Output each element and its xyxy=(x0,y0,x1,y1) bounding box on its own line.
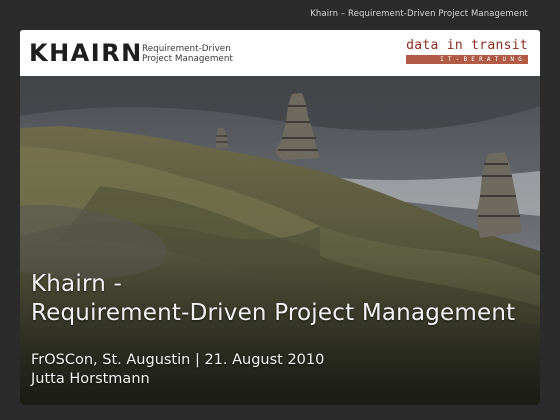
khairn-logo: KHAIRN xyxy=(29,39,143,67)
slide-title: Khairn - Requirement-Driven Project Mana… xyxy=(31,270,515,328)
slide: KHAIRN Requirement-Driven Project Manage… xyxy=(20,30,540,405)
logo-subtitle-line2: Project Management xyxy=(142,54,233,64)
logo-subtitle: Requirement-Driven Project Management xyxy=(142,44,233,64)
slide-title-line2: Requirement-Driven Project Management xyxy=(31,300,516,326)
slide-title-line1: Khairn - xyxy=(31,271,122,297)
author-name: Jutta Horstmann xyxy=(31,371,150,387)
logo-subtitle-line1: Requirement-Driven xyxy=(142,44,231,54)
brand-tagline: IT-BERATUNG xyxy=(406,55,528,64)
slide-subtitle: FrOSCon, St. Augustin | 21. August 2010 … xyxy=(31,351,324,389)
event-line: FrOSCon, St. Augustin | 21. August 2010 xyxy=(31,352,325,368)
data-in-transit-logo: data in transit IT-BERATUNG xyxy=(406,39,528,64)
brand-name: data in transit xyxy=(406,38,528,53)
presentation-title: Khairn – Requirement-Driven Project Mana… xyxy=(310,9,528,19)
slide-header: KHAIRN Requirement-Driven Project Manage… xyxy=(20,30,540,76)
